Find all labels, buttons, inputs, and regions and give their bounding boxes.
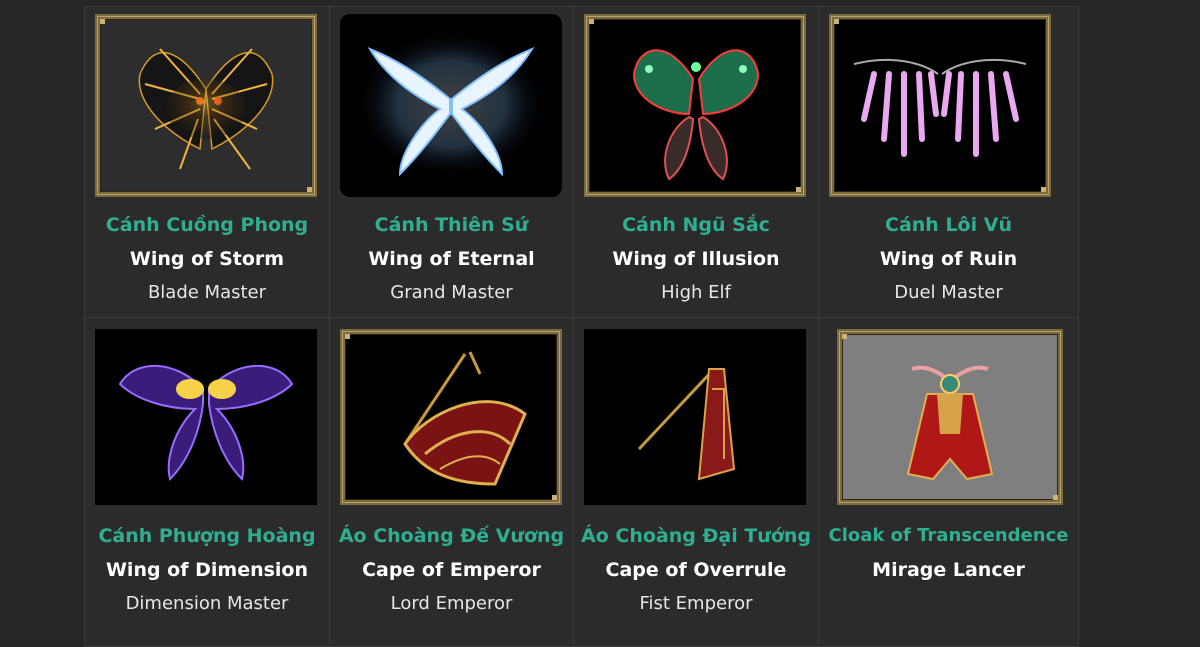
item-image-frame — [95, 14, 317, 197]
item-image-frame — [95, 329, 317, 505]
item-class-name: Dimension Master — [125, 593, 289, 614]
red-cloak-with-wings-image — [906, 365, 994, 481]
purple-gold-wings-image — [118, 364, 294, 481]
item-image-frame — [340, 14, 562, 197]
item-english-name: Wing of Dimension — [105, 559, 309, 581]
item-vietnamese-name: Cloak of Transcendence — [828, 525, 1069, 546]
item-card: Cánh Cuồng Phong Wing of Storm Blade Mas… — [85, 7, 330, 318]
item-grid: Cánh Cuồng Phong Wing of Storm Blade Mas… — [84, 6, 1079, 647]
item-card: Cánh Thiên Sứ Wing of Eternal Grand Mast… — [330, 7, 574, 318]
item-card: Cánh Ngũ Sắc Wing of Illusion High Elf — [574, 7, 819, 318]
item-image-frame — [584, 14, 806, 197]
item-image-frame — [837, 329, 1063, 505]
item-card: Áo Choàng Đế Vương Cape of Emperor Lord … — [330, 318, 574, 647]
item-class-name: Lord Emperor — [390, 593, 513, 614]
item-class-name: Grand Master — [390, 282, 513, 303]
white-blue-wings-image — [361, 34, 541, 177]
item-english-name: Wing of Eternal — [368, 248, 535, 270]
item-vietnamese-name: Cánh Thiên Sứ — [374, 214, 529, 236]
item-english-name: Cape of Emperor — [362, 559, 541, 581]
item-class-name: High Elf — [661, 282, 731, 303]
item-card: Áo Choàng Đại Tướng Cape of Overrule Fis… — [574, 318, 819, 647]
item-vietnamese-name: Cánh Cuồng Phong — [105, 214, 309, 236]
item-english-name: Cape of Overrule — [605, 559, 787, 581]
item-image-frame — [340, 329, 562, 505]
item-english-name: Wing of Storm — [129, 248, 285, 270]
item-class-name: Blade Master — [147, 282, 267, 303]
green-red-butterfly-wings-image — [632, 49, 760, 181]
item-card: Cánh Phượng Hoàng Wing of Dimension Dime… — [85, 318, 330, 647]
item-vietnamese-name: Cánh Phượng Hoàng — [98, 525, 316, 547]
item-image-frame — [829, 14, 1051, 197]
item-vietnamese-name: Cánh Ngũ Sắc — [622, 214, 770, 236]
item-english-name: Wing of Illusion — [612, 248, 780, 270]
item-english-name: Wing of Ruin — [879, 248, 1018, 270]
item-card: Cloak of Transcendence Mirage Lancer — [819, 318, 1079, 647]
item-vietnamese-name: Áo Choàng Đại Tướng — [581, 525, 811, 547]
item-english-name: Mirage Lancer — [872, 559, 1025, 581]
item-image-frame — [584, 329, 806, 505]
item-class-name: Fist Emperor — [639, 593, 753, 614]
item-card: Cánh Lôi Vũ Wing of Ruin Duel Master — [819, 7, 1079, 318]
pink-spiked-wings-image — [853, 58, 1027, 157]
item-vietnamese-name: Cánh Lôi Vũ — [885, 214, 1012, 236]
dark-gold-wings-image — [138, 48, 274, 170]
red-cape-with-staff-image — [637, 367, 736, 481]
item-class-name: Duel Master — [894, 282, 1003, 303]
red-gold-cape-image — [403, 351, 527, 486]
item-vietnamese-name: Áo Choàng Đế Vương — [338, 525, 565, 547]
